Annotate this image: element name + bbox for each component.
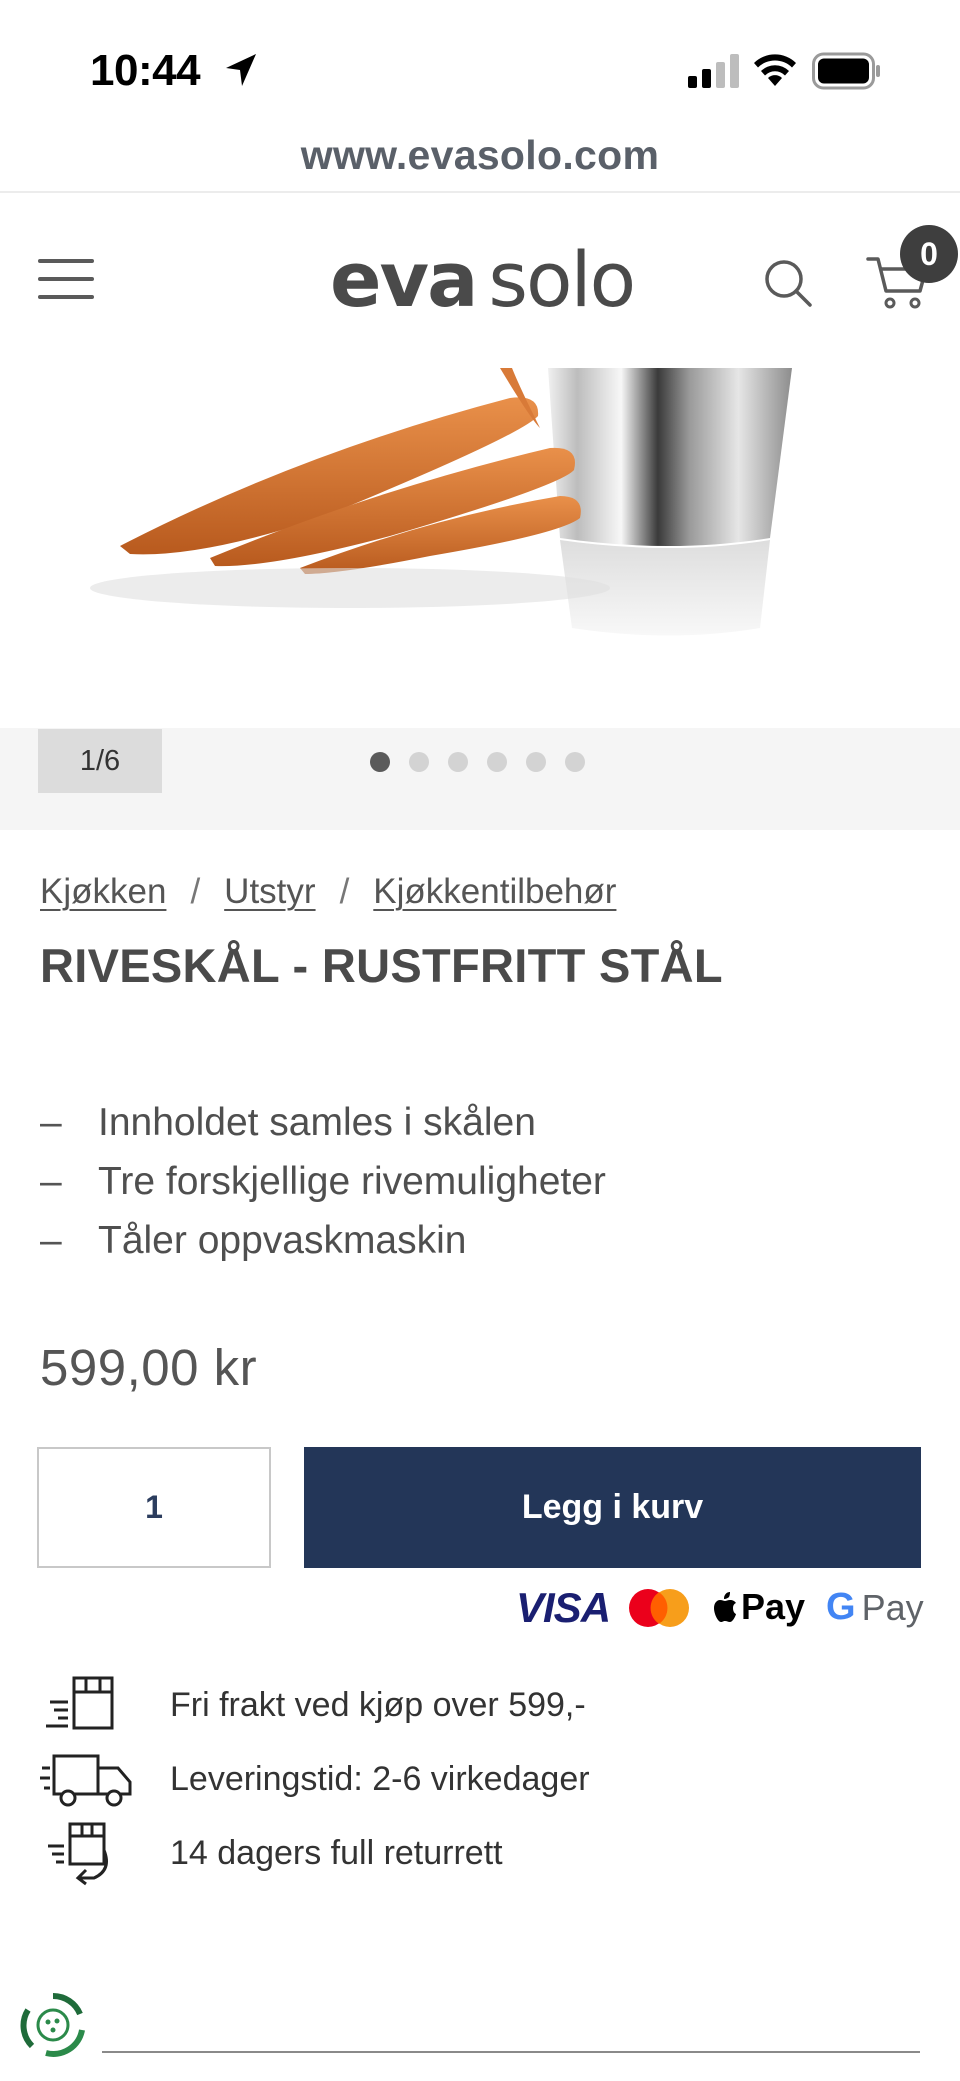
usp-list: Fri frakt ved kjøp over 599,- Leveringst… — [40, 1668, 920, 1890]
feature-item: – Innholdet samles i skålen — [40, 1101, 536, 1144]
site-header: eva solo 0 — [0, 193, 960, 368]
truck-icon — [40, 1754, 132, 1807]
slide-dot[interactable] — [565, 752, 585, 772]
breadcrumb-separator: / — [339, 872, 350, 911]
visa-logo: VISA — [516, 1584, 611, 1631]
google-g-icon: G — [826, 1586, 856, 1628]
cart-count-badge: 0 — [900, 225, 958, 283]
product-image — [0, 368, 960, 728]
hamburger-icon — [38, 259, 94, 263]
apple-pay-logo: Pay — [712, 1586, 805, 1628]
battery-icon — [812, 52, 880, 90]
status-time: 10:44 — [90, 46, 201, 95]
slide-dot[interactable] — [487, 752, 507, 772]
wifi-icon — [754, 54, 796, 86]
menu-button[interactable] — [38, 259, 94, 301]
breadcrumb: Kjøkken / Utstyr / Kjøkkentilbehør — [40, 872, 616, 912]
apple-icon — [714, 1592, 736, 1622]
google-pay-logo: G Pay — [826, 1586, 924, 1628]
feature-item: – Tre forskjellige rivemuligheter — [40, 1160, 606, 1203]
payment-methods: VISA Pay G Pay — [516, 1582, 926, 1634]
breadcrumb-link-utstyr[interactable]: Utstyr — [224, 872, 315, 912]
url-bar[interactable]: www.evasolo.com — [0, 125, 960, 191]
add-to-cart-button[interactable]: Legg i kurv — [304, 1447, 921, 1568]
product-price: 599,00 kr — [40, 1339, 258, 1396]
slide-counter: 1/6 — [38, 729, 162, 793]
usp-item: Fri frakt ved kjøp over 599,- — [40, 1668, 920, 1742]
recycle-badge-icon — [20, 1992, 85, 2057]
usp-item: Leveringstid: 2-6 virkedager — [40, 1742, 920, 1816]
product-title: RIVESKÅL - RUSTFRITT STÅL — [40, 939, 723, 992]
search-icon[interactable] — [762, 257, 814, 309]
box-delivery-icon — [46, 1676, 114, 1730]
slide-dot[interactable] — [409, 752, 429, 772]
usp-item: 14 dagers full returrett — [40, 1816, 920, 1890]
logo[interactable]: eva solo — [330, 235, 636, 325]
divider — [102, 2051, 920, 2053]
cellular-signal-icon — [688, 54, 739, 88]
mastercard-logo-icon — [629, 1589, 689, 1627]
breadcrumb-link-kjokken[interactable]: Kjøkken — [40, 872, 166, 912]
feature-item: – Tåler oppvaskmaskin — [40, 1219, 467, 1262]
logo-word: solo — [488, 235, 636, 324]
breadcrumb-link-kjokkentilbehor[interactable]: Kjøkkentilbehør — [373, 872, 616, 912]
status-bar: 10:44 — [0, 0, 960, 125]
location-arrow-icon — [226, 54, 256, 86]
return-box-icon — [48, 1822, 108, 1886]
slide-dots — [370, 752, 585, 774]
product-gallery[interactable]: 1/6 — [0, 368, 960, 830]
slide-dot[interactable] — [370, 752, 390, 772]
feature-list: – Innholdet samles i skålen – Tre forskjel… — [40, 1096, 606, 1273]
quantity-input[interactable] — [37, 1447, 271, 1568]
breadcrumb-separator: / — [190, 872, 201, 911]
logo-word: eva — [330, 235, 478, 324]
slide-dot[interactable] — [448, 752, 468, 772]
slide-dot[interactable] — [526, 752, 546, 772]
